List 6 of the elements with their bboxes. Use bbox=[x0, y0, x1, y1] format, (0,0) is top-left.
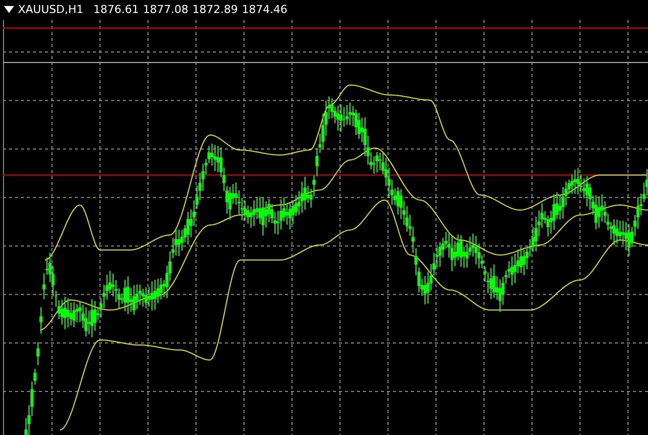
price-quote: 1877.08 bbox=[142, 3, 188, 16]
price-quote: 1876.61 bbox=[93, 3, 139, 16]
dropdown-triangle-icon[interactable] bbox=[4, 6, 14, 13]
price-quote: 1874.46 bbox=[242, 3, 288, 16]
symbol-label: XAUUSD,H1 bbox=[18, 3, 84, 16]
price-quote: 1872.89 bbox=[192, 3, 238, 16]
